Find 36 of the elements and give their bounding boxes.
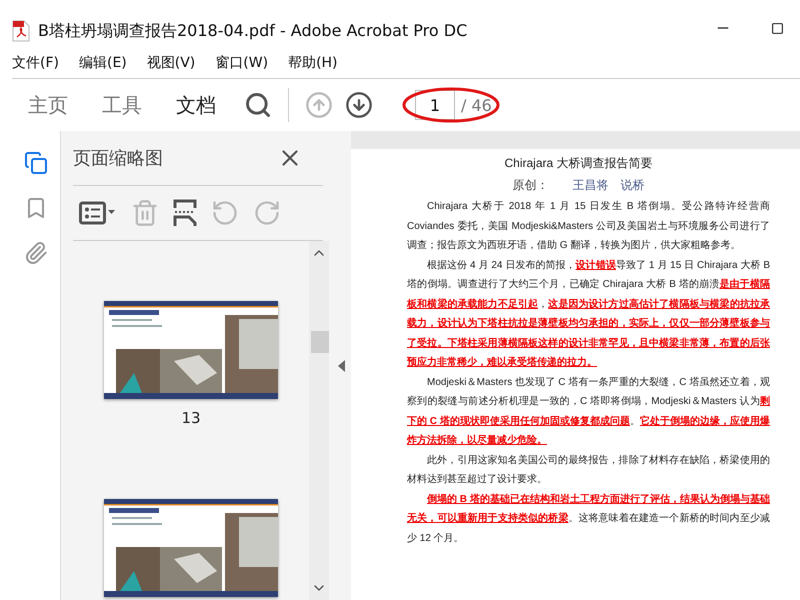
body-paragraph: 此外，引用这家知名美国公司的最终报告，排除了材料存在缺陷，桥梁使用的材料达到甚至超过了设计要求。 bbox=[407, 454, 770, 487]
paperclip-icon bbox=[24, 241, 48, 265]
rotate-left-icon bbox=[211, 199, 239, 227]
body-paragraph: 根据这份 4 月 24 日发布的简报，设计错误导致了 1 月 15 日 Chirajara 大桥 B 塔的倒塌。调查进行了大约三个月，已确定 Chirajara 大桥 B 塔的崩溃是由于横隔板和横梁的承载能力不足引起，这是因为设计方过高估计了横隔板与横梁的抗拉承载力，设计认为下塔柱抗拉是薄壁板均匀承担的，实际上，仅仅一部分薄壁板参与了受拉。下塔柱采用薄横隔板这样的设计非常罕见，且中横梁非常薄，布置的后张预应力非常稀少，难以承受塔传递的拉力。 bbox=[407, 258, 770, 370]
menu-item[interactable]: 视图(V) bbox=[146, 54, 196, 72]
menu-item[interactable]: 窗口(W) bbox=[215, 54, 268, 72]
body-paragraph: 倒塌的 B 塔的基础已在结构和岩土工程方面进行了评估，结果认为倒塌与基础无关，可以重新用于支持类似的桥梁。这将意味着在建造一个新桥的时间内至少减少 12 个月。 bbox=[407, 492, 770, 546]
collapse-arrow-icon[interactable] bbox=[338, 360, 346, 372]
next-page-button[interactable] bbox=[345, 91, 373, 119]
pdf-file-icon bbox=[12, 20, 30, 42]
page-split-icon bbox=[173, 199, 197, 227]
menu-item[interactable]: 编辑(E) bbox=[78, 54, 127, 72]
window-title: B塔柱坍塌调查报告2018-04.pdf - Adobe Acrobat Pro DC bbox=[38, 21, 468, 42]
body-paragraph: Chirajara 大桥于 2018 年 1 月 15 日发生 B 塔倒塌。受公路特许经营商 Coviandes 委托，美国 Modjeski&Masters 公司及美国岩土与环境服务公司进行了调查；报告原文为西班牙语，借助 G 翻译，转换为图片，供大家粗略参考。 bbox=[407, 200, 770, 253]
options-icon bbox=[79, 201, 117, 225]
body-paragraph: Modjeski＆Masters 也发现了 C 塔有一条严重的大裂缝，C 塔虽然还立着，观察到的裂缝与前述分析机理是一致的，C 塔即将倒塌，Modjeski＆Masters 认为剩下的 C 塔的现状即使采用任何加固或修复都成问题。它处于倒塌的边缘，应使用爆炸方法拆除，以尽量减少危险。 bbox=[407, 376, 770, 448]
pages-icon bbox=[24, 151, 48, 175]
page-number: 13 bbox=[181, 409, 201, 427]
menu-item[interactable]: 帮助(H) bbox=[288, 54, 338, 72]
toolbar-tab[interactable]: 文档 bbox=[166, 92, 226, 118]
panel-title: 页面缩略图 bbox=[73, 147, 163, 170]
search-button[interactable] bbox=[244, 91, 272, 119]
menu-item[interactable]: 文件(F) bbox=[12, 54, 59, 72]
toolbar-tab[interactable]: 工具 bbox=[92, 92, 152, 118]
maximize-icon[interactable] bbox=[770, 22, 784, 34]
rotate-right-icon bbox=[253, 199, 281, 227]
scroll-thumb[interactable] bbox=[311, 331, 329, 353]
byline-label: 原创： bbox=[512, 177, 548, 194]
panel-tool-button[interactable] bbox=[79, 201, 117, 225]
trash-icon bbox=[131, 199, 159, 227]
scrollbar[interactable] bbox=[309, 241, 329, 600]
document-title: Chirajara 大桥调查报告简要 bbox=[503, 155, 654, 172]
page-count: / 46 bbox=[461, 96, 492, 114]
toolbar-tab[interactable]: 主页 bbox=[18, 92, 78, 118]
author-names: 王昌将 说桥 bbox=[572, 177, 644, 194]
panel-tool-button[interactable] bbox=[173, 199, 197, 227]
